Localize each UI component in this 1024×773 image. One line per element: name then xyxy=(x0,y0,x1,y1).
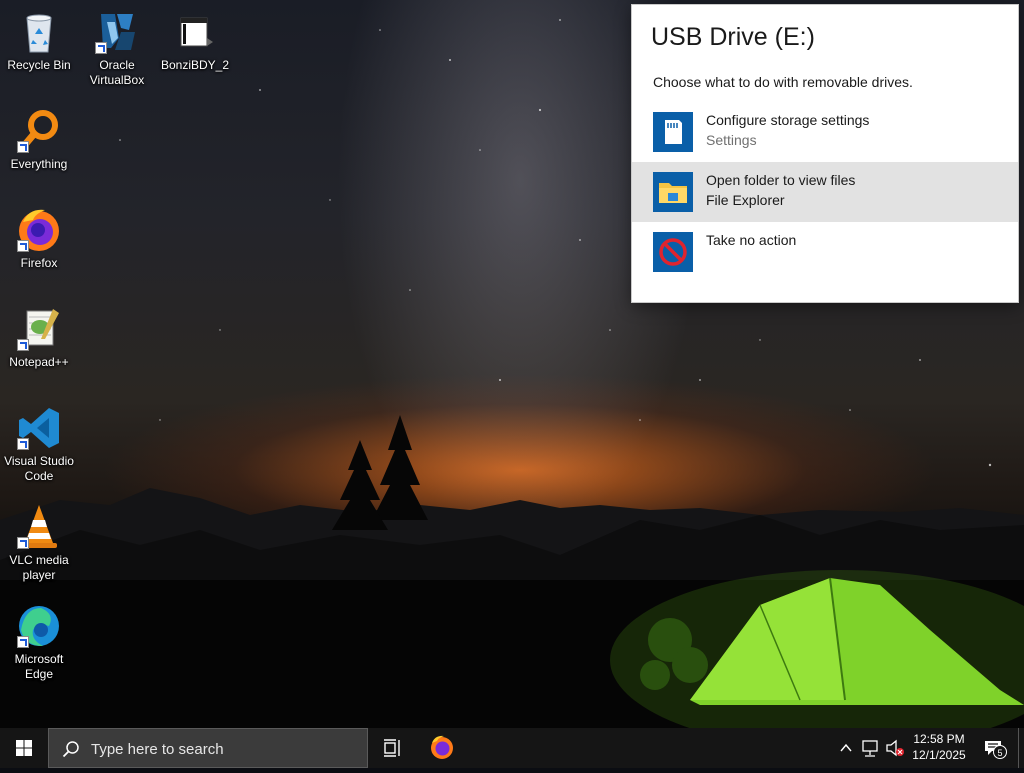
taskbar: 12:58 PM 12/1/2025 5 xyxy=(0,728,1024,768)
task-view-button[interactable] xyxy=(368,728,416,768)
network-icon xyxy=(862,740,878,757)
shortcut-arrow-icon xyxy=(17,141,29,153)
desktop-icon-label: BonziBDY_2 xyxy=(160,58,230,72)
shortcut-arrow-icon xyxy=(17,339,29,351)
desktop-icon-label: Microsoft Edge xyxy=(14,652,64,681)
desktop-icon-everything[interactable]: Everything xyxy=(1,107,77,172)
option-label: Configure storage settings xyxy=(706,112,870,128)
desktop-icon-label: Everything xyxy=(10,157,68,171)
desktop-icon-recycle-bin[interactable]: Recycle Bin xyxy=(1,8,77,73)
edge-icon xyxy=(15,602,63,650)
desktop-icon-vlc[interactable]: VLC media player xyxy=(1,503,77,583)
option-label: Open folder to view files xyxy=(706,172,856,188)
taskbar-search-box[interactable] xyxy=(48,728,368,768)
desktop-icon-virtualbox[interactable]: Oracle VirtualBox xyxy=(79,8,155,88)
autoplay-dialog: USB Drive (E:) Choose what to do with re… xyxy=(632,5,1018,302)
option-sublabel: File Explorer xyxy=(706,192,785,208)
volume-button[interactable] xyxy=(884,728,906,768)
firefox-icon xyxy=(15,206,63,254)
notification-count-badge: 5 xyxy=(993,745,1007,759)
bonzi-file-icon xyxy=(171,8,219,56)
volume-muted-icon xyxy=(886,739,904,757)
sd-card-icon xyxy=(653,112,693,152)
desktop-icon-label: Firefox xyxy=(20,256,58,270)
option-label: Take no action xyxy=(706,232,797,248)
no-action-icon xyxy=(653,232,693,272)
shortcut-arrow-icon xyxy=(17,438,29,450)
shortcut-arrow-icon xyxy=(17,240,29,252)
desktop-icon-bonzi[interactable]: BonziBDY_2 xyxy=(157,8,233,73)
desktop-icon-notepadpp[interactable]: Notepad++ xyxy=(1,305,77,370)
search-input[interactable] xyxy=(89,737,363,761)
everything-search-icon xyxy=(15,107,63,155)
desktop-icon-label: Oracle VirtualBox xyxy=(89,58,145,87)
action-center-button[interactable]: 5 xyxy=(978,728,1012,768)
vscode-icon xyxy=(15,404,63,452)
task-view-icon xyxy=(384,739,400,757)
desktop-icon-edge[interactable]: Microsoft Edge xyxy=(1,602,77,682)
option-sublabel: Settings xyxy=(706,132,757,148)
dialog-title: USB Drive (E:) xyxy=(651,23,815,51)
dialog-subtitle: Choose what to do with removable drives. xyxy=(653,74,913,90)
firefox-icon xyxy=(431,735,453,759)
shortcut-arrow-icon xyxy=(95,42,107,54)
desktop-icon-label: Visual Studio Code xyxy=(4,454,74,483)
notepadpp-icon xyxy=(15,305,63,353)
network-button[interactable] xyxy=(860,728,882,768)
desktop-icon-firefox[interactable]: Firefox xyxy=(1,206,77,271)
clock-date: 12/1/2025 xyxy=(912,748,966,762)
shortcut-arrow-icon xyxy=(17,537,29,549)
folder-icon xyxy=(653,172,693,212)
desktop-icon-label: Notepad++ xyxy=(9,355,69,369)
show-hidden-icons-button[interactable] xyxy=(836,728,856,768)
shortcut-arrow-icon xyxy=(17,636,29,648)
option-open-folder[interactable]: Open folder to view files File Explorer xyxy=(632,162,1018,222)
search-icon xyxy=(62,741,79,758)
virtualbox-icon xyxy=(93,8,141,56)
desktop-icon-label: VLC media player xyxy=(9,553,69,582)
desktop-icon-vscode[interactable]: Visual Studio Code xyxy=(1,404,77,484)
taskbar-firefox-button[interactable] xyxy=(418,728,466,768)
option-take-no-action[interactable]: Take no action xyxy=(632,222,1018,282)
show-desktop-button[interactable] xyxy=(1018,728,1024,768)
clock-time: 12:58 PM xyxy=(913,732,965,746)
recycle-bin-icon xyxy=(15,8,63,56)
option-configure-storage[interactable]: Configure storage settings Settings xyxy=(632,102,1018,162)
desktop-icon-label: Recycle Bin xyxy=(7,58,71,72)
windows-logo-icon xyxy=(16,740,32,756)
vlc-icon xyxy=(15,503,63,551)
chevron-up-icon xyxy=(840,743,852,752)
start-button[interactable] xyxy=(0,728,48,768)
taskbar-clock[interactable]: 12:58 PM 12/1/2025 xyxy=(904,731,974,763)
